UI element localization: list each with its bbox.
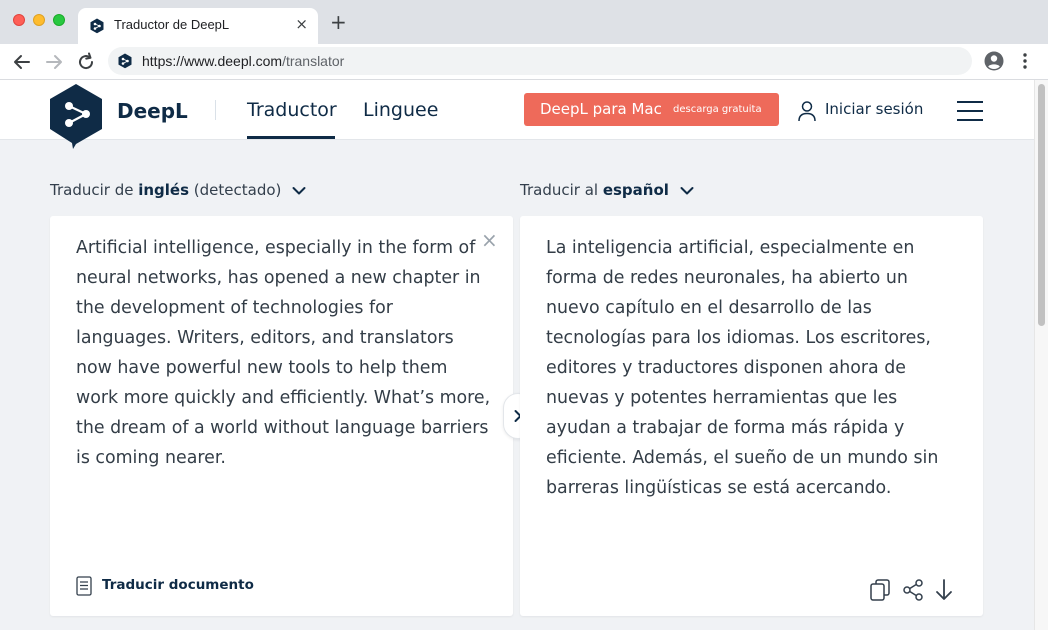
address-bar[interactable]: https://www.deepl.com/translator (108, 47, 972, 75)
nav-translator-link[interactable]: Traductor (247, 99, 337, 121)
target-language-selector[interactable]: Traducir al español (520, 181, 694, 199)
new-tab-button[interactable]: + (330, 11, 347, 33)
url-host: https://www.deepl.com (142, 53, 283, 69)
source-language-selector[interactable]: Traducir de inglés (detectado) (50, 181, 306, 199)
source-language-detected: (detectado) (189, 181, 282, 199)
nav-linguee-link[interactable]: Linguee (363, 99, 438, 121)
chevron-down-icon (680, 186, 694, 194)
profile-icon[interactable] (984, 51, 1004, 71)
site-info-icon[interactable] (118, 53, 132, 69)
window-zoom-button[interactable] (53, 14, 65, 26)
copy-icon[interactable] (869, 578, 891, 602)
share-icon[interactable] (902, 578, 924, 602)
nav-active-indicator (247, 136, 335, 139)
source-language-name: inglés (138, 181, 190, 199)
document-icon (76, 576, 92, 596)
source-text-input[interactable]: Artificial intelligence, especially in t… (76, 233, 491, 473)
deepl-favicon-icon (90, 18, 104, 34)
deepl-logo-icon[interactable] (48, 83, 104, 149)
source-text-panel: Artificial intelligence, especially in t… (50, 216, 513, 616)
hamburger-menu-icon[interactable] (957, 101, 983, 121)
header-divider (215, 100, 216, 120)
site-header: DeepL Traductor Linguee DeepL para Mac d… (0, 80, 1034, 149)
download-icon[interactable] (933, 578, 955, 602)
deepl-mac-download-button[interactable]: DeepL para Mac descarga gratuita (524, 93, 779, 126)
brand-name[interactable]: DeepL (117, 99, 188, 123)
clear-text-icon[interactable]: × (481, 230, 498, 250)
browser-tab-bar: Traductor de DeepL × + (0, 0, 1048, 44)
chevron-down-icon (292, 186, 306, 194)
reload-icon[interactable] (74, 50, 98, 74)
window-close-button[interactable] (13, 14, 25, 26)
page-scrollbar[interactable] (1034, 80, 1048, 630)
url-path: /translator (282, 53, 345, 69)
target-language-name: español (602, 181, 669, 199)
browser-tab[interactable]: Traductor de DeepL × (78, 8, 318, 44)
target-language-prefix: Traducir al (520, 181, 603, 199)
window-minimize-button[interactable] (33, 14, 45, 26)
translate-document-label: Traducir documento (102, 577, 254, 593)
target-text-output[interactable]: La inteligencia artificial, especialment… (546, 233, 961, 503)
url-text: https://www.deepl.com/translator (142, 53, 344, 69)
source-language-prefix: Traducir de (50, 181, 139, 199)
target-text-panel: La inteligencia artificial, especialment… (520, 216, 983, 616)
back-arrow-icon[interactable] (10, 50, 34, 74)
user-icon[interactable] (797, 100, 817, 122)
scrollbar-thumb[interactable] (1038, 84, 1045, 326)
browser-menu-icon[interactable] (1018, 51, 1032, 71)
forward-arrow-icon[interactable] (42, 50, 66, 74)
browser-toolbar: https://www.deepl.com/translator (0, 44, 1048, 80)
cta-main-label: DeepL para Mac (540, 100, 662, 118)
tab-close-icon[interactable]: × (295, 15, 308, 33)
login-link[interactable]: Iniciar sesión (825, 100, 923, 118)
cta-sub-label: descarga gratuita (673, 104, 762, 115)
tab-title: Traductor de DeepL (114, 17, 230, 32)
